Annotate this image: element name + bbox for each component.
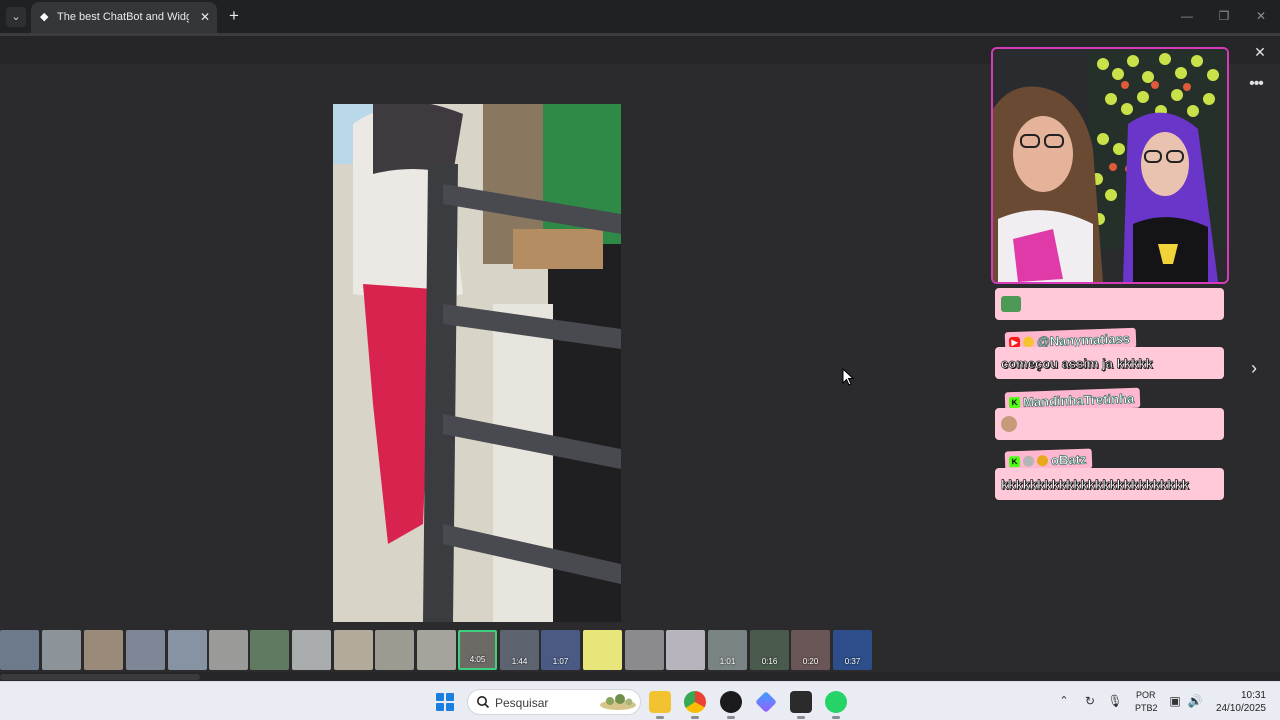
new-tab-plus-icon[interactable]: + <box>225 6 243 26</box>
filmstrip-scrollbar[interactable] <box>0 674 200 680</box>
search-highlight-illustration-icon <box>600 694 636 710</box>
obs-studio-icon[interactable] <box>720 691 742 719</box>
clock-time[interactable]: 10:31 <box>1236 690 1266 701</box>
thumbnail-duration: 1:01 <box>719 657 736 666</box>
main-video[interactable] <box>333 104 621 622</box>
thumbnail[interactable] <box>417 630 456 670</box>
thumbnail-active[interactable]: 4:05 <box>458 630 497 670</box>
search-icon <box>477 696 490 709</box>
volume-icon[interactable]: 🔊 <box>1187 693 1203 709</box>
chat-username: @Nanymatiass <box>1036 330 1131 349</box>
viewer-close-icon[interactable]: ✕ <box>1250 42 1270 62</box>
window-close-icon[interactable]: ✕ <box>1250 6 1272 26</box>
coin-badge-icon <box>1036 454 1049 466</box>
thumbnail[interactable]: 1:01 <box>708 630 747 670</box>
tab-title: The best ChatBot and Widgets <box>57 11 189 23</box>
thumbnail[interactable] <box>292 630 331 670</box>
thumbnail-duration: 4:05 <box>469 655 486 664</box>
thumbnail[interactable]: 0:37 <box>833 630 872 670</box>
keyboard-layout-indicator[interactable]: PTB2 <box>1135 703 1158 714</box>
youtube-badge-icon: ▶ <box>1008 336 1021 348</box>
chat-message <box>995 408 1224 440</box>
face-emote-icon <box>1001 416 1017 432</box>
thumbnail[interactable] <box>583 630 622 670</box>
thumbnail[interactable] <box>250 630 289 670</box>
kick-badge-icon: K <box>1008 396 1021 408</box>
terminal-icon[interactable] <box>790 691 812 719</box>
thumbnail[interactable]: 0:16 <box>750 630 789 670</box>
chat-message-text: kkkkkkkkkkkkkkkkkkkkkkkkkk <box>1001 476 1190 492</box>
maximize-icon[interactable]: ❐ <box>1213 6 1235 26</box>
windows-start-icon[interactable] <box>436 693 454 711</box>
search-placeholder: Pesquisar <box>495 696 549 710</box>
more-horizontal-icon[interactable]: ••• <box>1246 74 1266 94</box>
thumbnail[interactable] <box>334 630 373 670</box>
chat-username: MandinhaTretinha <box>1022 390 1135 410</box>
thumbnail[interactable] <box>666 630 705 670</box>
whatsapp-icon[interactable] <box>825 691 847 719</box>
tab-close-icon[interactable]: ✕ <box>198 9 212 25</box>
thumbnail-filmstrip: 4:05 1:44 1:07 1:01 0:16 0:20 0:37 <box>0 630 880 670</box>
chat-message <box>995 288 1224 320</box>
moderator-badge-icon <box>1022 455 1035 467</box>
chat-message: começou assim ja kkkkk <box>995 347 1224 379</box>
file-explorer-icon[interactable] <box>649 691 671 719</box>
taskbar-search-box[interactable]: Pesquisar <box>467 689 641 715</box>
thumbnail[interactable] <box>625 630 664 670</box>
chat-message: kkkkkkkkkkkkkkkkkkkkkkkkkk <box>995 468 1224 500</box>
clock-date[interactable]: 24/10/2025 <box>1208 703 1266 714</box>
thumbnail[interactable] <box>0 630 39 670</box>
microphone-icon[interactable]: 🎙 <box>1107 693 1123 709</box>
browser-tab[interactable]: ◆ The best ChatBot and Widgets ✕ <box>31 2 217 33</box>
network-icon[interactable]: ▣ <box>1167 693 1183 709</box>
tab-search-chevron-down-icon[interactable]: ⌄ <box>6 7 26 27</box>
chat-username: oBatz <box>1050 451 1087 468</box>
chevron-right-icon[interactable]: › <box>1246 356 1262 380</box>
language-indicator[interactable]: POR <box>1136 690 1156 701</box>
mouse-cursor-icon <box>842 368 855 386</box>
thumbnail[interactable]: 1:44 <box>500 630 539 670</box>
thumbnail[interactable] <box>42 630 81 670</box>
tray-chevron-up-icon[interactable]: ⌃ <box>1057 692 1071 710</box>
thumbnail[interactable] <box>84 630 123 670</box>
chrome-icon[interactable] <box>684 691 706 719</box>
thumbnail-duration: 0:16 <box>761 657 778 666</box>
thumbnail-duration: 0:20 <box>802 657 819 666</box>
thumbnail[interactable]: 0:20 <box>791 630 830 670</box>
thumbnail-duration: 1:07 <box>552 657 569 666</box>
diamond-favicon-icon: ◆ <box>40 11 49 23</box>
thumbnail[interactable] <box>168 630 207 670</box>
webcam-image <box>993 49 1227 282</box>
car-emote-icon <box>1001 296 1021 312</box>
minimize-icon[interactable]: — <box>1176 6 1198 26</box>
thumbnail[interactable] <box>209 630 248 670</box>
thumbnail-duration: 0:37 <box>844 657 861 666</box>
webcam-overlay <box>991 47 1229 284</box>
chat-message-text: começou assim ja kkkkk <box>1001 355 1153 371</box>
video-frame-image <box>333 104 621 622</box>
media-viewer: ✕ ••• › ▶ @Nanymatiass começou assim ja … <box>0 44 1280 679</box>
thumbnail[interactable] <box>126 630 165 670</box>
browser-title-bar: ⌄ ◆ The best ChatBot and Widgets ✕ + — ❐… <box>0 0 1280 33</box>
app-diamond-icon[interactable] <box>755 691 777 713</box>
windows-taskbar: Pesquisar ⌃ ↻ 🎙 POR PTB2 ▣ 🔊 10:31 24/10… <box>0 681 1280 720</box>
thumbnail[interactable] <box>375 630 414 670</box>
star-badge-icon <box>1022 335 1035 348</box>
sync-icon[interactable]: ↻ <box>1082 693 1098 709</box>
thumbnail[interactable]: 1:07 <box>541 630 580 670</box>
kick-badge-icon: K <box>1008 455 1021 467</box>
thumbnail-duration: 1:44 <box>511 657 528 666</box>
